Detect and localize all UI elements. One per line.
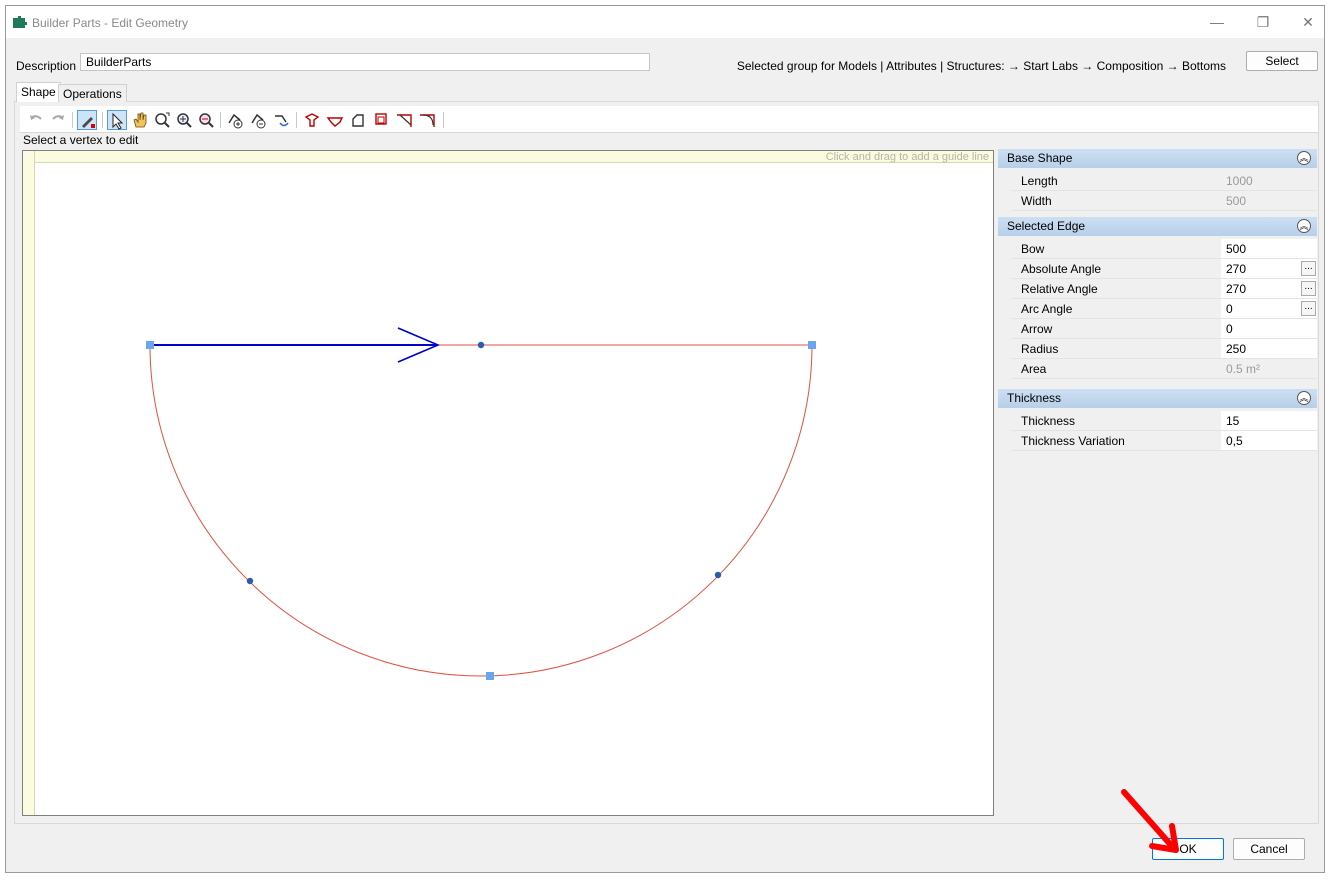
- collapse-icon[interactable]: ︽: [1297, 219, 1311, 233]
- zoom-fit-icon[interactable]: [152, 110, 172, 130]
- prop-value-radius[interactable]: 250: [1221, 339, 1317, 358]
- prop-value-thickness[interactable]: 15: [1221, 411, 1317, 430]
- selected-edge-header[interactable]: Selected Edge ︽: [998, 217, 1317, 236]
- tab-operations[interactable]: Operations: [58, 84, 127, 102]
- prop-row-absolute-angle: Absolute Angle 270 ...: [1011, 259, 1317, 279]
- prop-row-area: Area 0.5 m²: [1011, 359, 1317, 379]
- selected-group-path: Selected group for Models | Attributes |…: [736, 59, 1226, 73]
- restore-button[interactable]: ❐: [1248, 12, 1278, 32]
- prop-value: 0.5 m²: [1226, 362, 1261, 376]
- minimize-button[interactable]: —: [1202, 12, 1232, 32]
- title-bar: Builder Parts - Edit Geometry — ❐ ✕: [6, 6, 1324, 38]
- prop-name: Area: [1021, 362, 1047, 376]
- prop-row-thickness-variation: Thickness Variation 0,5: [1011, 431, 1317, 451]
- base-shape-title: Base Shape: [1007, 151, 1073, 165]
- prop-row-bow: Bow 500: [1011, 239, 1317, 259]
- geometry-canvas[interactable]: Click and drag to add a guide line: [22, 150, 994, 816]
- edge-midpoint-left[interactable]: [246, 577, 254, 585]
- prop-value-bow[interactable]: 500: [1221, 239, 1317, 258]
- prop-value-arrow[interactable]: 0: [1221, 319, 1317, 338]
- cancel-button[interactable]: Cancel: [1233, 838, 1305, 860]
- window-title: Builder Parts - Edit Geometry: [32, 16, 189, 30]
- selected-edge-title: Selected Edge: [1007, 219, 1086, 233]
- puzzle-piece-icon: [13, 16, 27, 28]
- prop-row-length: Length 1000: [1011, 171, 1317, 191]
- collapse-icon[interactable]: ︽: [1297, 391, 1311, 405]
- edge-midpoint-top[interactable]: [477, 341, 485, 349]
- prop-name: Arc Angle: [1021, 302, 1073, 316]
- vertex-handle-bottom[interactable]: [486, 672, 494, 680]
- corner-shape-1-icon[interactable]: [302, 110, 322, 130]
- ellipsis-button[interactable]: ...: [1301, 261, 1316, 276]
- pan-hand-icon[interactable]: [130, 110, 150, 130]
- prop-row-radius: Radius 250: [1011, 339, 1317, 359]
- shape-drawing: [146, 327, 816, 680]
- arc-edge[interactable]: [149, 344, 813, 677]
- split-edge-icon[interactable]: [271, 110, 291, 130]
- undo-icon[interactable]: [26, 110, 46, 130]
- vertex-handle-right[interactable]: [808, 341, 816, 349]
- remove-vertex-icon[interactable]: [248, 110, 268, 130]
- prop-row-thickness: Thickness 15: [1011, 411, 1317, 431]
- prop-name: Width: [1021, 194, 1052, 208]
- chamfer-icon[interactable]: [394, 110, 414, 130]
- prop-row-arc-angle: Arc Angle 0 ...: [1011, 299, 1317, 319]
- tab-shape[interactable]: Shape: [16, 82, 61, 102]
- prop-value: 1000: [1226, 174, 1253, 188]
- description-input[interactable]: [80, 53, 650, 71]
- properties-panel: Base Shape ︽ Length 1000 Width 500 Selec…: [998, 149, 1317, 451]
- thickness-header[interactable]: Thickness ︽: [998, 389, 1317, 408]
- prop-name: Bow: [1021, 242, 1045, 256]
- prop-row-relative-angle: Relative Angle 270 ...: [1011, 279, 1317, 299]
- prop-name: Length: [1021, 174, 1058, 188]
- prop-name: Thickness: [1021, 414, 1076, 428]
- edge-midpoint-right[interactable]: [714, 571, 722, 579]
- vertex-handle-left[interactable]: [146, 341, 154, 349]
- collapse-icon[interactable]: ︽: [1297, 151, 1311, 165]
- corner-shape-2-icon[interactable]: [325, 110, 345, 130]
- description-label: Description: [16, 59, 77, 73]
- prop-name: Radius: [1021, 342, 1059, 356]
- status-hint: Select a vertex to edit: [23, 133, 139, 147]
- corner-shape-3-icon[interactable]: [348, 110, 368, 130]
- prop-value: 500: [1226, 194, 1247, 208]
- edit-vertex-icon[interactable]: [77, 110, 97, 130]
- prop-name: Arrow: [1021, 322, 1053, 336]
- prop-name: Absolute Angle: [1021, 262, 1102, 276]
- zoom-in-icon[interactable]: [174, 110, 194, 130]
- edit-geometry-window: Builder Parts - Edit Geometry — ❐ ✕ Desc…: [5, 5, 1325, 873]
- close-button[interactable]: ✕: [1293, 12, 1323, 32]
- zoom-out-icon[interactable]: [196, 110, 216, 130]
- ellipsis-button[interactable]: ...: [1301, 301, 1316, 316]
- corner-shape-4-icon[interactable]: [371, 110, 391, 130]
- prop-row-arrow: Arrow 0: [1011, 319, 1317, 339]
- prop-row-width: Width 500: [1011, 191, 1317, 211]
- shape-toolbar: [20, 106, 1318, 133]
- add-vertex-icon[interactable]: [225, 110, 245, 130]
- annotation-arrow-icon: [1121, 789, 1179, 853]
- prop-value-thickness-variation[interactable]: 0,5: [1221, 431, 1317, 450]
- prop-name: Relative Angle: [1021, 282, 1098, 296]
- select-button[interactable]: Select: [1246, 51, 1318, 71]
- redo-icon[interactable]: [48, 110, 68, 130]
- select-pointer-icon[interactable]: [107, 110, 127, 130]
- ellipsis-button[interactable]: ...: [1301, 281, 1316, 296]
- base-shape-header[interactable]: Base Shape ︽: [998, 149, 1317, 168]
- prop-name: Thickness Variation: [1021, 434, 1125, 448]
- thickness-title: Thickness: [1007, 391, 1062, 405]
- fillet-icon[interactable]: [417, 110, 437, 130]
